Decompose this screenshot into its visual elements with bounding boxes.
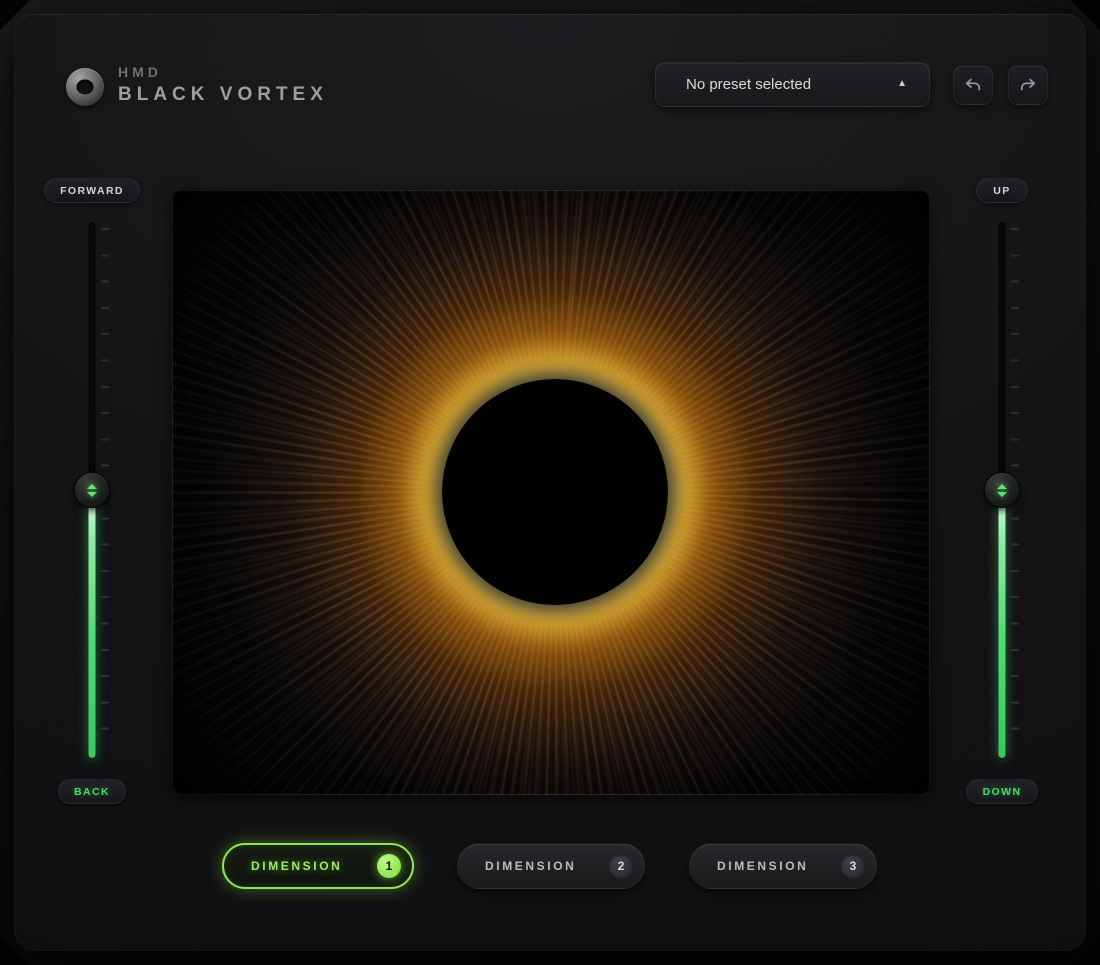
down-label: DOWN bbox=[966, 779, 1038, 804]
up-label: UP bbox=[976, 178, 1028, 203]
vortex-display bbox=[172, 190, 930, 795]
thumb-down-chevron-icon bbox=[87, 492, 97, 497]
left-slider-fill bbox=[89, 490, 96, 758]
dimension-1-badge: 1 bbox=[377, 854, 401, 878]
dimension-3-button[interactable]: DIMENSION 3 bbox=[689, 843, 877, 889]
undo-icon bbox=[963, 75, 983, 95]
hmd-ring-logo-icon bbox=[66, 68, 104, 106]
dimension-3-label: DIMENSION bbox=[717, 859, 808, 873]
thumb-up-chevron-icon bbox=[997, 484, 1007, 489]
dimension-1-button[interactable]: DIMENSION 1 bbox=[222, 843, 414, 889]
preset-selector-value: No preset selected bbox=[686, 76, 811, 93]
plugin-window: HMD BLACK VORTEX No preset selected ▲ FO… bbox=[0, 0, 1100, 965]
dimension-2-label: DIMENSION bbox=[485, 859, 576, 873]
thumb-up-chevron-icon bbox=[87, 484, 97, 489]
vortex-vignette bbox=[172, 190, 930, 795]
left-slider[interactable] bbox=[74, 222, 110, 760]
right-slider-fill bbox=[999, 490, 1006, 758]
undo-button[interactable] bbox=[953, 65, 993, 105]
redo-button[interactable] bbox=[1008, 65, 1048, 105]
forward-label: FORWARD bbox=[44, 178, 140, 203]
dimension-2-badge: 2 bbox=[609, 854, 633, 878]
product-name: BLACK VORTEX bbox=[118, 84, 328, 106]
preset-dropdown-arrow-icon: ▲ bbox=[897, 78, 907, 89]
right-slider[interactable] bbox=[984, 222, 1020, 760]
dimension-2-button[interactable]: DIMENSION 2 bbox=[457, 843, 645, 889]
brand-name: HMD bbox=[118, 64, 162, 80]
back-label: BACK bbox=[58, 779, 126, 804]
left-slider-thumb[interactable] bbox=[74, 472, 110, 508]
right-slider-thumb[interactable] bbox=[984, 472, 1020, 508]
dimension-1-label: DIMENSION bbox=[251, 859, 342, 873]
redo-icon bbox=[1018, 75, 1038, 95]
thumb-down-chevron-icon bbox=[997, 492, 1007, 497]
dimension-3-badge: 3 bbox=[841, 854, 865, 878]
preset-selector[interactable]: No preset selected ▲ bbox=[655, 62, 930, 107]
